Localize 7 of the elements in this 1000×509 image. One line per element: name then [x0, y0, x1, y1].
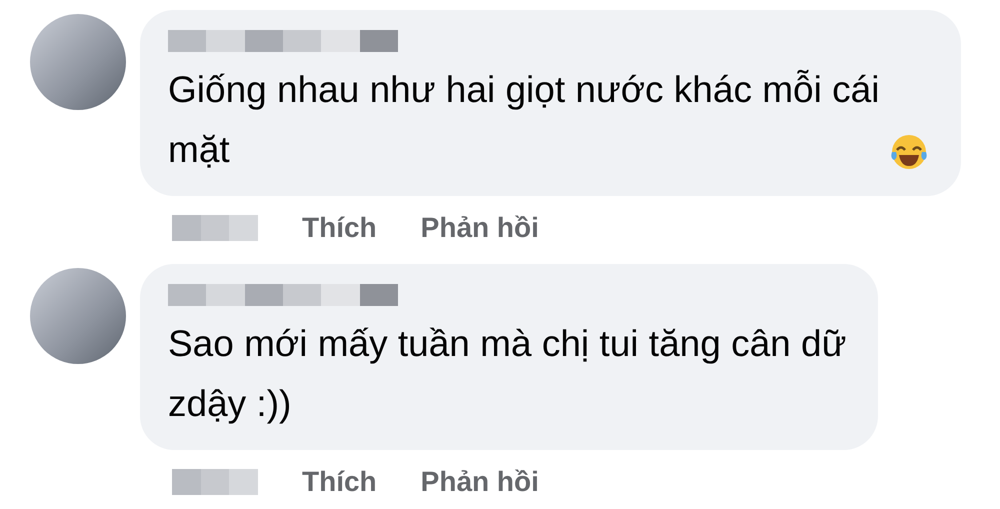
comment-action-link[interactable]: Phản hồi: [420, 466, 539, 498]
comment-text: Sao mới mấy tuần mà chị tui tăng cân dữ zdậy :)): [168, 322, 846, 426]
laughing-emoji-icon: [889, 132, 930, 172]
comment-action-link[interactable]: Phản hồi: [420, 212, 539, 244]
comment-text: Giống nhau như hai giọt nước khác mỗi cái mặt: [168, 68, 880, 172]
comment-action-link[interactable]: Thích: [302, 466, 377, 498]
comment-action-link[interactable]: Thích: [302, 212, 377, 244]
